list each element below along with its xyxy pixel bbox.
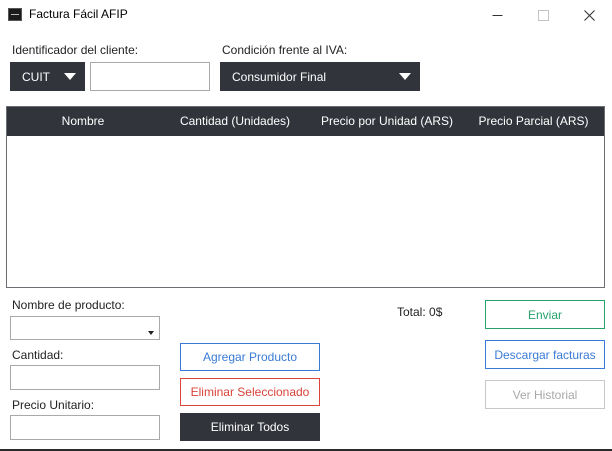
chevron-down-icon xyxy=(64,73,76,80)
product-name-label: Nombre de producto: xyxy=(12,298,125,312)
quantity-input[interactable] xyxy=(10,365,160,390)
total-label: Total: 0$ xyxy=(397,305,443,319)
maximize-icon xyxy=(537,9,549,21)
download-invoices-button[interactable]: Descargar facturas xyxy=(485,340,605,369)
close-icon xyxy=(583,9,595,21)
unit-price-label: Precio Unitario: xyxy=(12,398,95,412)
column-header-quantity[interactable]: Cantidad (Unidades) xyxy=(159,107,311,136)
maximize-button[interactable] xyxy=(520,0,566,30)
id-type-select[interactable]: CUIT xyxy=(10,62,85,91)
chevron-down-icon xyxy=(399,73,411,80)
window-title: Factura Fácil AFIP xyxy=(29,7,128,21)
iva-condition-value: Consumidor Final xyxy=(232,69,327,84)
iva-condition-label: Condición frente al IVA: xyxy=(222,43,348,57)
column-header-unit-price[interactable]: Precio por Unidad (ARS) xyxy=(311,107,463,136)
column-header-name[interactable]: Nombre xyxy=(7,107,159,136)
product-name-combobox[interactable] xyxy=(10,316,160,340)
remove-selected-button[interactable]: Eliminar Seleccionado xyxy=(180,378,320,406)
client-id-input[interactable] xyxy=(90,62,210,91)
minimize-button[interactable] xyxy=(474,0,520,30)
close-button[interactable] xyxy=(566,0,612,30)
app-icon xyxy=(8,8,22,21)
table-header: Nombre Cantidad (Unidades) Precio por Un… xyxy=(7,107,604,136)
client-identifier-label: Identificador del cliente: xyxy=(12,43,139,57)
view-history-button[interactable]: Ver Historial xyxy=(485,380,605,409)
id-type-value: CUIT xyxy=(22,69,50,84)
add-product-button[interactable]: Agregar Producto xyxy=(180,343,320,371)
chevron-down-icon xyxy=(148,331,154,335)
column-header-partial-price[interactable]: Precio Parcial (ARS) xyxy=(463,107,604,136)
remove-all-button[interactable]: Eliminar Todos xyxy=(180,413,320,441)
send-button[interactable]: Enviar xyxy=(485,300,605,329)
quantity-label: Cantidad: xyxy=(12,348,64,362)
products-table[interactable]: Nombre Cantidad (Unidades) Precio por Un… xyxy=(6,106,605,288)
unit-price-input[interactable] xyxy=(10,415,160,440)
minimize-icon xyxy=(492,14,502,16)
iva-condition-select[interactable]: Consumidor Final xyxy=(220,62,420,91)
